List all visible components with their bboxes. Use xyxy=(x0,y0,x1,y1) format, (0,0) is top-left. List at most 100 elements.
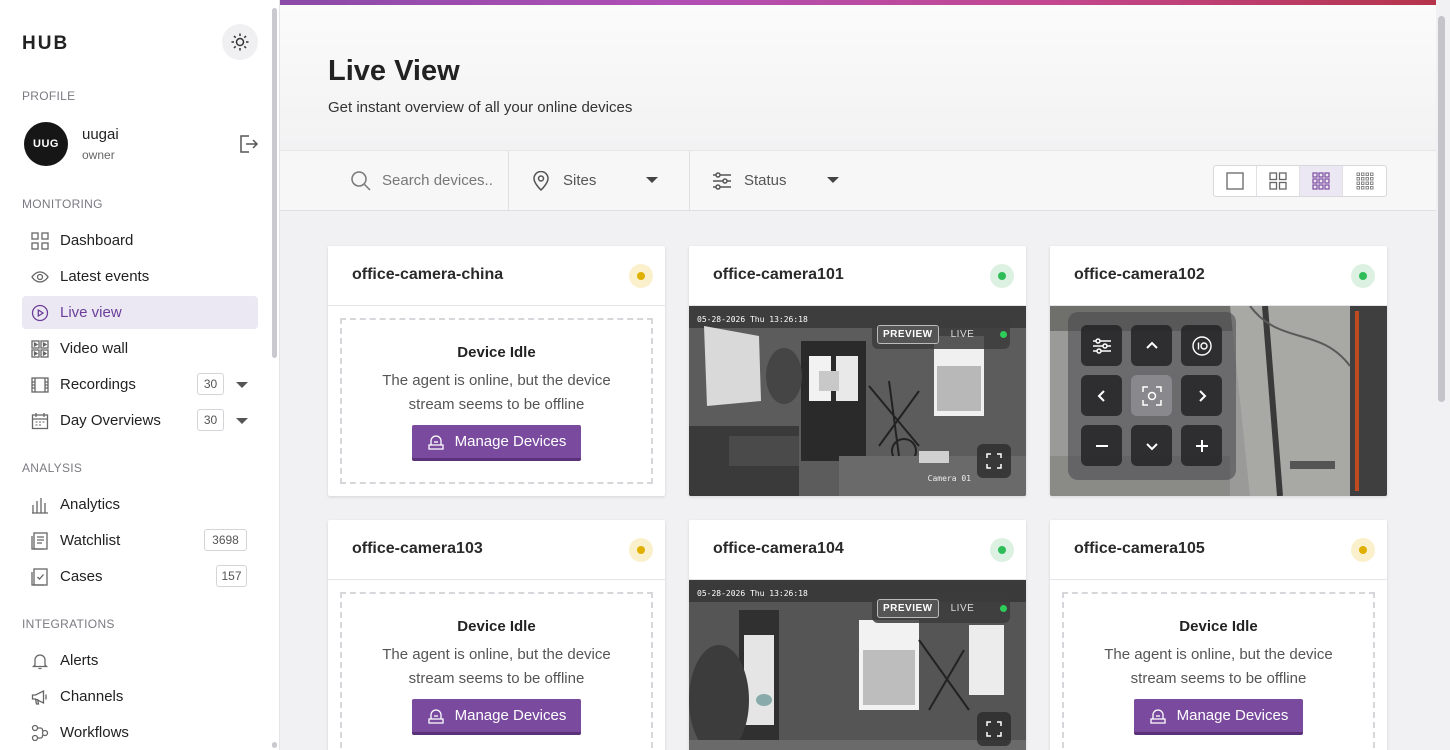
idle-title: Device Idle xyxy=(457,618,536,635)
sidebar-item-label: Cases xyxy=(60,568,103,585)
camera-name[interactable]: office-camera104 xyxy=(713,540,844,558)
sidebar-item-live-view[interactable]: Live view xyxy=(22,296,258,329)
chevron-down-icon[interactable] xyxy=(236,382,248,388)
live-button[interactable]: LIVE xyxy=(951,603,975,614)
search-icon xyxy=(351,171,371,191)
live-button[interactable]: LIVE xyxy=(951,329,975,340)
workflow-icon xyxy=(30,723,50,743)
theme-toggle-button[interactable] xyxy=(222,24,258,60)
layout-2x2-button[interactable] xyxy=(1257,166,1300,196)
manage-devices-button[interactable]: Manage Devices xyxy=(1134,699,1303,735)
preview-button[interactable]: PREVIEW xyxy=(877,598,939,618)
ptz-control-panel xyxy=(1068,312,1236,480)
chevron-right-icon xyxy=(1198,389,1206,402)
divider xyxy=(689,151,690,211)
sites-dropdown[interactable]: Sites xyxy=(563,172,596,189)
manage-devices-label: Manage Devices xyxy=(454,433,567,450)
layout-1x1-button[interactable] xyxy=(1214,166,1257,196)
video-stream[interactable]: 05-28-2026 Thu 13:26:18 Camera 01 PREVIE… xyxy=(689,306,1026,496)
sidebar-item-channels[interactable]: Channels xyxy=(22,680,258,713)
bell-icon xyxy=(30,651,50,671)
sidebar-item-alerts[interactable]: Alerts xyxy=(22,644,258,677)
sun-icon xyxy=(231,33,249,51)
watchlist-count-badge: 3698 xyxy=(204,529,247,551)
idle-placeholder: Device Idle The agent is online, but the… xyxy=(340,318,653,484)
status-badge xyxy=(629,264,653,288)
layout-4x4-button[interactable] xyxy=(1343,166,1386,196)
idle-message: The agent is online, but the device stre… xyxy=(1104,646,1333,687)
camera-card[interactable]: office-camera103 Device Idle The agent i… xyxy=(328,520,665,750)
status-badge xyxy=(1351,264,1375,288)
sidebar-item-label: Channels xyxy=(60,688,124,705)
ptz-right-button[interactable] xyxy=(1181,375,1222,416)
chevron-up-icon xyxy=(1145,341,1158,349)
camera-card[interactable]: office-camera104 05-28-2026 Thu 13:26:18… xyxy=(689,520,1026,750)
single-view-icon xyxy=(1226,172,1244,190)
camera-card[interactable]: office-camera101 05-28-2026 Thu 13:26:18… xyxy=(689,246,1026,496)
manage-devices-label: Manage Devices xyxy=(1176,707,1289,724)
camera-card[interactable]: office-camera102 xyxy=(1050,246,1387,496)
fullscreen-button[interactable] xyxy=(977,712,1011,746)
idle-message: The agent is online, but the device stre… xyxy=(382,372,611,413)
video-wall-icon xyxy=(30,339,50,359)
sidebar-item-dashboard[interactable]: Dashboard xyxy=(22,224,258,257)
video-camera-label: Camera 01 xyxy=(927,474,971,483)
card-header: office-camera102 xyxy=(1050,246,1387,306)
camera-name[interactable]: office-camera101 xyxy=(713,266,844,284)
search-input[interactable]: Search devices.. xyxy=(382,172,493,189)
manage-devices-button[interactable]: Manage Devices xyxy=(412,699,581,735)
camera-card[interactable]: office-camera105 Device Idle The agent i… xyxy=(1050,520,1387,750)
cases-count-badge: 157 xyxy=(216,565,247,587)
grid-2-icon xyxy=(1269,172,1287,190)
idle-placeholder: Device Idle The agent is online, but the… xyxy=(1062,592,1375,750)
chevron-down-icon[interactable] xyxy=(827,177,839,183)
sidebar-item-label: Analytics xyxy=(60,496,121,513)
avatar[interactable]: UUG xyxy=(24,122,68,166)
stream-mode-toggle[interactable]: PREVIEW LIVE xyxy=(872,319,1010,349)
section-label-integrations: INTEGRATIONS xyxy=(22,617,115,631)
divider xyxy=(508,151,509,211)
camera-name[interactable]: office-camera102 xyxy=(1074,266,1205,284)
user-name: uugai xyxy=(82,126,119,143)
status-badge xyxy=(1351,538,1375,562)
camera-device-icon xyxy=(427,433,445,451)
ptz-zoom-out-button[interactable] xyxy=(1081,425,1122,466)
camera-card[interactable]: office-camera-china Device Idle The agen… xyxy=(328,246,665,496)
ptz-left-button[interactable] xyxy=(1081,375,1122,416)
sidebar-item-analytics[interactable]: Analytics xyxy=(22,488,258,521)
video-stream[interactable] xyxy=(1050,306,1387,496)
ptz-zoom-in-button[interactable] xyxy=(1181,425,1222,466)
logout-button[interactable] xyxy=(236,132,260,156)
brand-logo[interactable]: HUB xyxy=(22,33,69,55)
sidebar-item-workflows[interactable]: Workflows xyxy=(22,716,258,749)
ptz-settings-button[interactable] xyxy=(1081,325,1122,366)
status-badge xyxy=(629,538,653,562)
preview-button[interactable]: PREVIEW xyxy=(877,324,939,344)
camera-name[interactable]: office-camera105 xyxy=(1074,540,1205,558)
idle-placeholder: Device Idle The agent is online, but the… xyxy=(340,592,653,750)
camera-name[interactable]: office-camera103 xyxy=(352,540,483,558)
main-scrollbar[interactable] xyxy=(1438,16,1445,402)
sidebar-item-video-wall[interactable]: Video wall xyxy=(22,332,258,365)
idle-title: Device Idle xyxy=(457,344,536,361)
stream-mode-toggle[interactable]: PREVIEW LIVE xyxy=(872,593,1010,623)
card-header: office-camera101 xyxy=(689,246,1026,306)
ptz-io-button[interactable] xyxy=(1181,325,1222,366)
card-header: office-camera105 xyxy=(1050,520,1387,580)
section-label-profile: PROFILE xyxy=(22,89,76,103)
idle-title: Device Idle xyxy=(1179,618,1258,635)
camera-name[interactable]: office-camera-china xyxy=(352,266,503,284)
ptz-up-button[interactable] xyxy=(1131,325,1172,366)
chevron-down-icon[interactable] xyxy=(236,418,248,424)
ptz-down-button[interactable] xyxy=(1131,425,1172,466)
ptz-center-button[interactable] xyxy=(1131,375,1172,416)
sidebar-scrollbar[interactable] xyxy=(272,8,277,358)
sidebar-item-latest-events[interactable]: Latest events xyxy=(22,260,258,293)
layout-3x3-button[interactable] xyxy=(1300,166,1343,196)
manage-devices-button[interactable]: Manage Devices xyxy=(412,425,581,461)
recordings-count-badge: 30 xyxy=(197,373,224,395)
status-dropdown[interactable]: Status xyxy=(744,172,787,189)
video-stream[interactable]: 05-28-2026 Thu 13:26:18 PREVIEW LIVE xyxy=(689,580,1026,750)
fullscreen-button[interactable] xyxy=(977,444,1011,478)
chevron-down-icon[interactable] xyxy=(646,177,658,183)
